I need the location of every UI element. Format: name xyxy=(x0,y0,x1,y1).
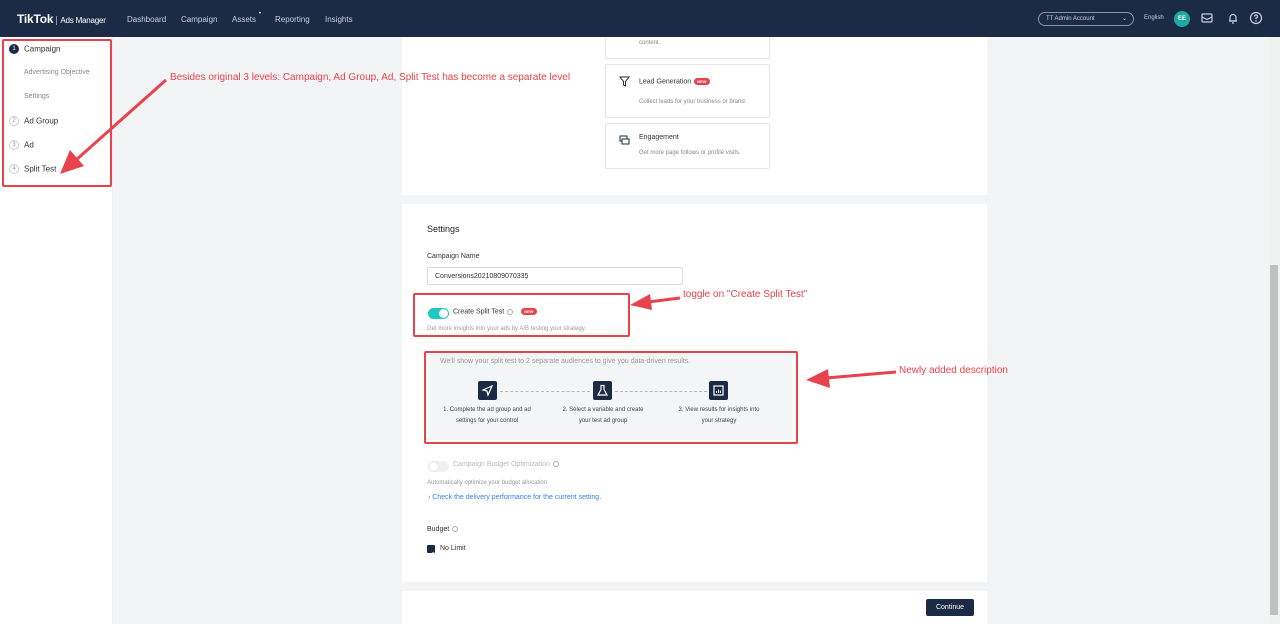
info-icon xyxy=(552,461,559,468)
mail-icon[interactable] xyxy=(1200,11,1214,25)
new-badge: NEW xyxy=(694,78,710,85)
check-delivery-link[interactable]: › Check the delivery performance for the… xyxy=(428,494,601,501)
avatar[interactable]: EE xyxy=(1174,11,1190,27)
objective-desc: Collect leads for your business or brand… xyxy=(639,99,747,105)
budget-label: Budget xyxy=(427,526,459,533)
account-name: TT Admin Account xyxy=(1046,16,1095,22)
account-selector[interactable]: TT Admin Account ⌄ xyxy=(1038,12,1134,26)
objective-title: Lead Generation NEW xyxy=(639,78,710,85)
cbo-label: Campaign Budget Optimization xyxy=(453,461,559,468)
campaign-name-input[interactable]: Conversions20210809070335 xyxy=(427,267,683,285)
top-navbar: TikTok Ads Manager Dashboard Campaign Ass… xyxy=(0,0,1280,37)
funnel-icon xyxy=(619,76,630,87)
chat-icon xyxy=(619,135,630,145)
annotation-box-description xyxy=(424,351,798,444)
language-selector[interactable]: English xyxy=(1144,15,1164,21)
settings-title: Settings xyxy=(427,224,460,234)
annotation-box-toggle xyxy=(413,293,630,337)
info-icon xyxy=(452,526,459,533)
continue-button[interactable]: Continue xyxy=(926,599,974,616)
annotation-box-levels xyxy=(2,39,112,187)
scrollbar-thumb[interactable] xyxy=(1270,265,1278,615)
chevron-down-icon: ⌄ xyxy=(1121,16,1127,22)
campaign-budget-optimization-toggle[interactable] xyxy=(428,461,449,472)
bell-icon[interactable] xyxy=(1226,11,1240,25)
objective-option-partial[interactable]: content. xyxy=(605,37,770,59)
nav-assets[interactable]: Assets • xyxy=(232,11,261,24)
footer-bar xyxy=(402,591,987,624)
no-limit-label: No Limit xyxy=(440,545,466,552)
objective-option-engagement[interactable]: Engagement Get more page follows or prof… xyxy=(605,123,770,169)
campaign-name-label: Campaign Name xyxy=(427,253,480,260)
annotation-toggle-text: toggle on "Create Split Test" xyxy=(683,289,808,300)
tiktok-ads-manager-logo[interactable]: TikTok Ads Manager xyxy=(17,12,106,26)
objective-desc: Get more page follows or profile visits. xyxy=(639,150,741,156)
nav-reporting[interactable]: Reporting xyxy=(275,15,310,24)
help-icon[interactable] xyxy=(1249,11,1263,25)
annotation-levels-text: Besides original 3 levels: Campaign, Ad … xyxy=(170,72,571,83)
assets-dot: • xyxy=(258,11,262,17)
annotation-description-text: Newly added description xyxy=(899,365,1008,376)
nav-insights[interactable]: Insights xyxy=(325,15,353,24)
objective-desc: content. xyxy=(639,40,661,46)
objective-title: Engagement xyxy=(639,134,679,141)
cbo-help: Automatically optimize your budget alloc… xyxy=(427,480,549,486)
objective-option-lead-generation[interactable]: Lead Generation NEW Collect leads for you… xyxy=(605,64,770,118)
nav-dashboard[interactable]: Dashboard xyxy=(127,15,166,24)
no-limit-checkbox[interactable] xyxy=(427,545,435,557)
nav-campaign[interactable]: Campaign xyxy=(181,15,217,24)
